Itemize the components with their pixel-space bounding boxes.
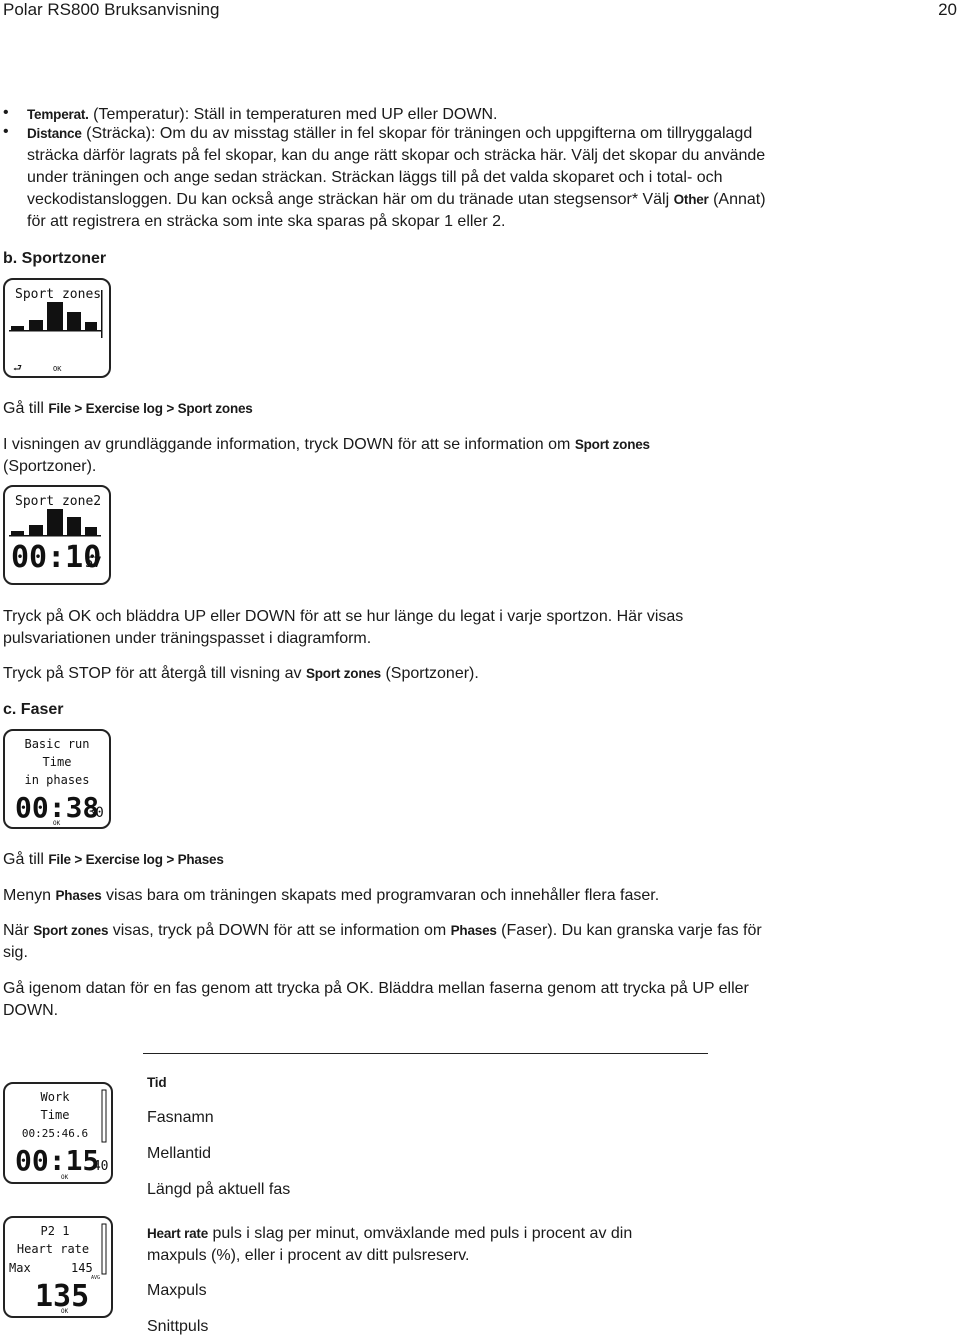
watch-title: Sport zones xyxy=(15,287,101,302)
ok-label: OK xyxy=(53,365,62,373)
term: Temperat. xyxy=(27,107,89,122)
avg-label: AVG xyxy=(91,1275,100,1281)
legend-maxpuls: Maxpuls xyxy=(147,1282,207,1299)
paragraph: Tryck på OK och bläddra UP eller DOWN fö… xyxy=(3,608,684,647)
term: File xyxy=(48,401,71,416)
back-icon: ⮐ xyxy=(13,363,22,374)
text: (Sträcka): Om du av misstag ställer in f… xyxy=(27,125,766,208)
watch-seconds: 57 xyxy=(85,555,102,571)
watch-line: Work xyxy=(41,1090,71,1104)
sep: > xyxy=(70,852,86,867)
bullet-distance: Distance (Sträcka): Om du av misstag stä… xyxy=(27,123,787,233)
text: (Sportzoner). xyxy=(3,458,97,475)
bullet-icon: • xyxy=(3,104,9,121)
watch-line: Time xyxy=(41,1108,70,1122)
watch-line: 00:25:46.6 xyxy=(22,1127,88,1140)
paragraph: När Sport zones visas, tryck på DOWN för… xyxy=(3,920,783,964)
heading-faser: c. Faser xyxy=(3,701,64,718)
watch-seconds: .40 xyxy=(85,1159,108,1174)
text: I visningen av grundläggande information… xyxy=(3,436,575,453)
term: Exercise log xyxy=(85,401,163,416)
paragraph: I visningen av grundläggande information… xyxy=(3,434,723,478)
term: Exercise log xyxy=(85,852,163,867)
watch-display-sport-zones: Sport zones ⮐ OK xyxy=(3,278,111,378)
watch-line: Heart rate xyxy=(17,1242,89,1256)
watch-seconds: 30 xyxy=(87,805,104,821)
watch-line: in phases xyxy=(24,773,89,787)
watch-display-work-time: Work Time 00:25:46.6 00:15 .40 OK xyxy=(3,1082,113,1184)
legend-langd: Längd på aktuell fas xyxy=(147,1181,291,1198)
text: Gå till xyxy=(3,400,49,417)
text: När xyxy=(3,922,34,939)
sep: > xyxy=(162,852,178,867)
text: puls i slag per minut, omväxlande med pu… xyxy=(147,1225,633,1264)
text: Menyn xyxy=(3,887,56,904)
menu-path-sport-zones: Gå till File > Exercise log > Sport zone… xyxy=(3,398,793,420)
watch-title: Sport zone2 xyxy=(15,494,101,509)
watch-display-sport-zone2: Sport zone2 00:10 57 xyxy=(3,485,111,585)
text: Tryck på STOP för att återgå till visnin… xyxy=(3,665,306,682)
term: Heart rate xyxy=(147,1226,209,1241)
paragraph: Gå igenom datan för en fas genom att try… xyxy=(3,980,749,1019)
watch-line: Basic run xyxy=(24,737,89,751)
term: Sport zones xyxy=(574,437,650,452)
text: (Sportzoner). xyxy=(381,665,479,682)
term: Phases xyxy=(177,852,224,867)
watch-line: P2 1 xyxy=(41,1224,70,1238)
sep: > xyxy=(70,401,86,416)
max-value: 145 xyxy=(71,1261,93,1275)
text: Gå till xyxy=(3,851,49,868)
term: Sport zones xyxy=(33,923,109,938)
legend-heart-rate: Heart rate puls i slag per minut, omväxl… xyxy=(147,1223,687,1267)
text: visas bara om träningen skapats med prog… xyxy=(101,887,660,904)
menu-path-phases: Gå till File > Exercise log > Phases xyxy=(3,849,793,871)
term: Sport zones xyxy=(177,401,253,416)
legend-snittpuls: Snittpuls xyxy=(147,1318,209,1335)
watch-display-heart-rate: P2 1 Heart rate Max 145 AVG 135 OK xyxy=(3,1216,113,1318)
term: Phases xyxy=(55,888,102,903)
paragraph: Tryck på STOP för att återgå till visnin… xyxy=(3,663,793,685)
divider xyxy=(143,1053,708,1054)
max-label: Max xyxy=(9,1261,31,1275)
legend-fasnamn: Fasnamn xyxy=(147,1109,214,1126)
text: visas, tryck på DOWN för att se informat… xyxy=(108,922,451,939)
watch-display-phases: Basic run Time in phases 00:38 30 OK xyxy=(3,729,111,829)
heading-sportzoner: b. Sportzoner xyxy=(3,250,107,267)
term: Distance xyxy=(27,126,82,141)
term: Phases xyxy=(450,923,497,938)
text: (Temperatur): Ställ in temperaturen med … xyxy=(88,106,498,123)
paragraph: Menyn Phases visas bara om träningen ska… xyxy=(3,885,793,907)
term: Other xyxy=(673,192,709,207)
legend-tid: Tid xyxy=(147,1075,167,1090)
document-title: Polar RS800 Bruksanvisning xyxy=(3,0,220,19)
watch-line: Time xyxy=(43,755,72,769)
sep: > xyxy=(162,401,178,416)
legend-mellantid: Mellantid xyxy=(147,1145,212,1162)
ok-label: OK xyxy=(61,1174,69,1181)
term: File xyxy=(48,852,71,867)
bullet-icon: • xyxy=(3,123,9,140)
ok-label: OK xyxy=(61,1308,69,1315)
page-number: 20 xyxy=(938,0,957,19)
ok-label: OK xyxy=(53,820,61,827)
term: Sport zones xyxy=(305,666,381,681)
